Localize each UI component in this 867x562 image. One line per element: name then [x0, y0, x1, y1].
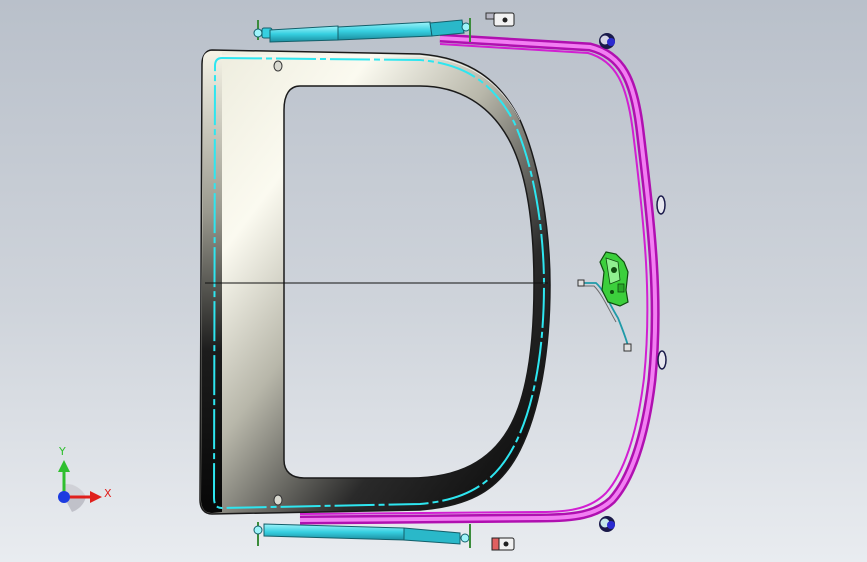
- frame-slot-top: [656, 195, 666, 215]
- x-axis-label: X: [104, 487, 112, 500]
- model-canvas[interactable]: Y X: [0, 0, 867, 562]
- hinge-top[interactable]: [599, 33, 615, 49]
- panel-hole-top: [273, 60, 283, 72]
- panel-hole-bottom: [273, 494, 283, 506]
- cad-viewport[interactable]: Y X: [0, 0, 867, 562]
- bracket-bottom[interactable]: [491, 537, 515, 551]
- y-axis-label: Y: [58, 445, 66, 458]
- z-axis-dot: [58, 491, 70, 503]
- hinge-bottom[interactable]: [599, 516, 615, 532]
- frame-slot-bottom: [657, 350, 667, 370]
